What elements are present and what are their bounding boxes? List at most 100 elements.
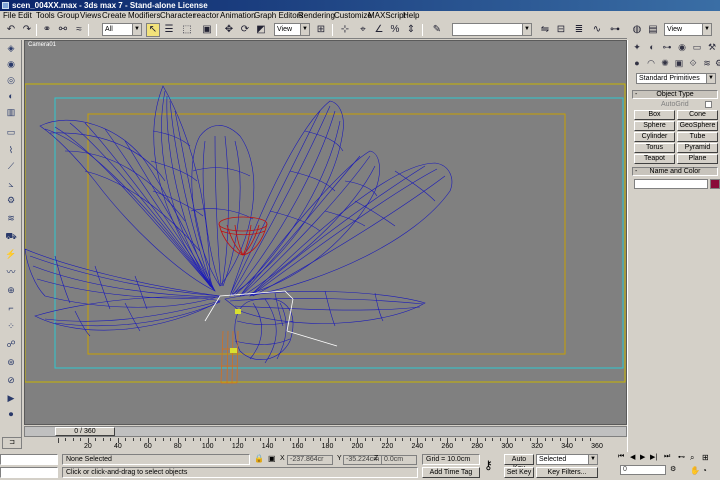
snaps-toggle-icon[interactable]: ⌖ [356,23,370,37]
next-frame-icon[interactable]: ▶| [650,453,657,461]
sphere-button[interactable]: Sphere [634,121,675,131]
undo-icon[interactable]: ↶ [4,23,18,37]
play-icon[interactable]: ▶ [640,453,645,461]
absolute-mode-icon[interactable]: ▣ [268,454,276,463]
cloth-collection-icon[interactable]: ◉ [4,58,18,70]
add-time-tag-button[interactable]: Add Time Tag [422,467,480,478]
rope-collection-icon[interactable]: ◐ [4,90,18,102]
time-slider-handle[interactable]: 0 / 360 [55,427,115,436]
pan-icon[interactable]: ✋ [690,466,700,475]
select-by-name-icon[interactable]: ☰ [162,23,176,37]
go-to-end-icon[interactable]: ⏭ [664,453,670,461]
space-warps-icon[interactable]: ≋ [701,57,713,69]
menu-create[interactable]: Create [102,11,126,21]
torus-button[interactable]: Torus [634,143,675,153]
menu-animation[interactable]: Animation [220,11,256,21]
object-type-rollout-header[interactable]: - Object Type [632,90,718,99]
key-mode-toggle-icon[interactable]: ⊷ [678,453,685,461]
box-button[interactable]: Box [634,110,675,120]
plane-icon[interactable]: ▭ [4,126,18,138]
wind-icon[interactable]: ≋ [4,212,18,224]
hinge-icon[interactable]: ⌐ [4,302,18,314]
soft-body-collection-icon[interactable]: ◎ [4,74,18,86]
menu-rendering[interactable]: Rendering [298,11,335,21]
auto-key-button[interactable]: Auto Key [504,454,534,472]
menu-file[interactable]: File [3,11,16,21]
car-wheel-icon[interactable]: ⊛ [4,356,18,368]
spinner-snap-icon[interactable]: ⇕ [404,23,418,37]
shapes-icon[interactable]: ◠ [645,57,657,69]
menu-group[interactable]: Group [57,11,79,21]
object-name-field[interactable] [634,179,708,189]
key-icon[interactable]: ⚷ [484,458,493,472]
point-to-point-icon[interactable]: ⁘ [4,320,18,332]
current-frame-field[interactable]: 0 [620,465,666,475]
pyramid-button[interactable]: Pyramid [677,143,718,153]
helpers-icon[interactable]: ⟐ [687,57,699,69]
lights-icon[interactable]: ✺ [659,57,671,69]
named-selection-sets-dropdown[interactable]: ▼ [452,23,532,36]
zoom-all-icon[interactable]: ⊞ [702,453,709,462]
go-to-start-icon[interactable]: ⏮ [618,453,624,461]
orbit-icon[interactable]: ◔ [702,466,707,475]
rigid-body-collection-icon[interactable]: ◈ [4,42,18,54]
select-and-link-icon[interactable]: ⚭ [40,23,54,37]
modify-tab-icon[interactable]: ◐ [646,41,658,53]
cylinder-button[interactable]: Cylinder [634,132,675,142]
maxscript-listener-mini[interactable] [0,454,58,465]
material-editor-icon[interactable]: ◍ [630,23,644,37]
menu-character[interactable]: Character [160,11,195,21]
layer-manager-icon[interactable]: ≣ [572,23,586,37]
time-slider-track[interactable]: 0 / 360 [24,426,627,437]
redo-icon[interactable]: ↷ [20,23,34,37]
select-and-move-icon[interactable]: ✥ [222,23,236,37]
spring-icon[interactable]: ⌇ [4,144,18,156]
object-color-swatch[interactable] [710,179,720,189]
pivot-center-icon[interactable]: ⊞ [314,23,328,37]
constraint-solver-icon[interactable]: ⊕ [4,284,18,296]
selection-filter-dropdown[interactable]: All ▼ [102,23,142,36]
water-icon[interactable]: 〰 [4,266,18,278]
time-config-icon[interactable]: ⚙ [670,465,676,473]
select-and-scale-icon[interactable]: ◩ [254,23,268,37]
select-and-rotate-icon[interactable]: ⟳ [238,23,252,37]
render-type-dropdown[interactable]: View ▼ [664,23,712,36]
rectangular-selection-icon[interactable]: ⬚ [180,23,194,37]
unlink-icon[interactable]: ⚯ [56,23,70,37]
bind-space-warp-icon[interactable]: ≈ [72,23,86,37]
z-coordinate-field[interactable]: 0.0cm [381,455,417,465]
menu-reactor[interactable]: reactor [194,11,219,21]
menu-help[interactable]: Help [403,11,419,21]
zoom-icon[interactable]: ⌕ [690,453,694,463]
cone-button[interactable]: Cone [677,110,718,120]
systems-icon[interactable]: ⚙ [713,57,720,69]
key-mode-dropdown[interactable]: Selected ▼ [536,454,598,465]
set-key-button[interactable]: Set Key [504,467,534,478]
hierarchy-tab-icon[interactable]: ⊶ [661,41,673,53]
toy-car-icon[interactable]: ⛟ [4,230,18,242]
tube-button[interactable]: Tube [677,132,718,142]
schematic-view-icon[interactable]: ⊶ [608,23,622,37]
fracture-icon[interactable]: ⚡ [4,248,18,260]
menu-views[interactable]: Views [80,11,101,21]
track-bar[interactable]: 20 40 60 80 100 120 140 160 180 200 220 240 260 280 30… [24,438,627,452]
mini-curve-editor-icon[interactable]: ⊐ [2,437,22,449]
create-animation-icon[interactable]: ⏺ [4,408,18,420]
plane-button[interactable]: Plane [677,154,718,164]
motion-tab-icon[interactable]: ◉ [676,41,688,53]
align-icon[interactable]: ⊟ [554,23,568,37]
angle-snap-icon[interactable]: ∠ [372,23,386,37]
name-and-color-rollout-header[interactable]: - Name and Color [632,167,718,176]
display-tab-icon[interactable]: ▭ [691,41,703,53]
select-and-manipulate-icon[interactable]: ⊹ [338,23,352,37]
previous-frame-icon[interactable]: ◀ [630,453,635,461]
teapot-button[interactable]: Teapot [634,154,675,164]
object-category-dropdown[interactable]: Standard Primitives ▼ [636,73,716,84]
geometry-icon[interactable]: ● [631,57,643,69]
lock-selection-icon[interactable]: 🔒 [254,454,264,463]
curve-editor-icon[interactable]: ∿ [590,23,604,37]
key-filters-button[interactable]: Key Filters... [536,467,598,478]
menu-modifiers[interactable]: Modifiers [128,11,160,21]
linear-dashpot-icon[interactable]: ⟋ [4,160,18,172]
menu-maxscript[interactable]: MAXScript [368,11,406,21]
